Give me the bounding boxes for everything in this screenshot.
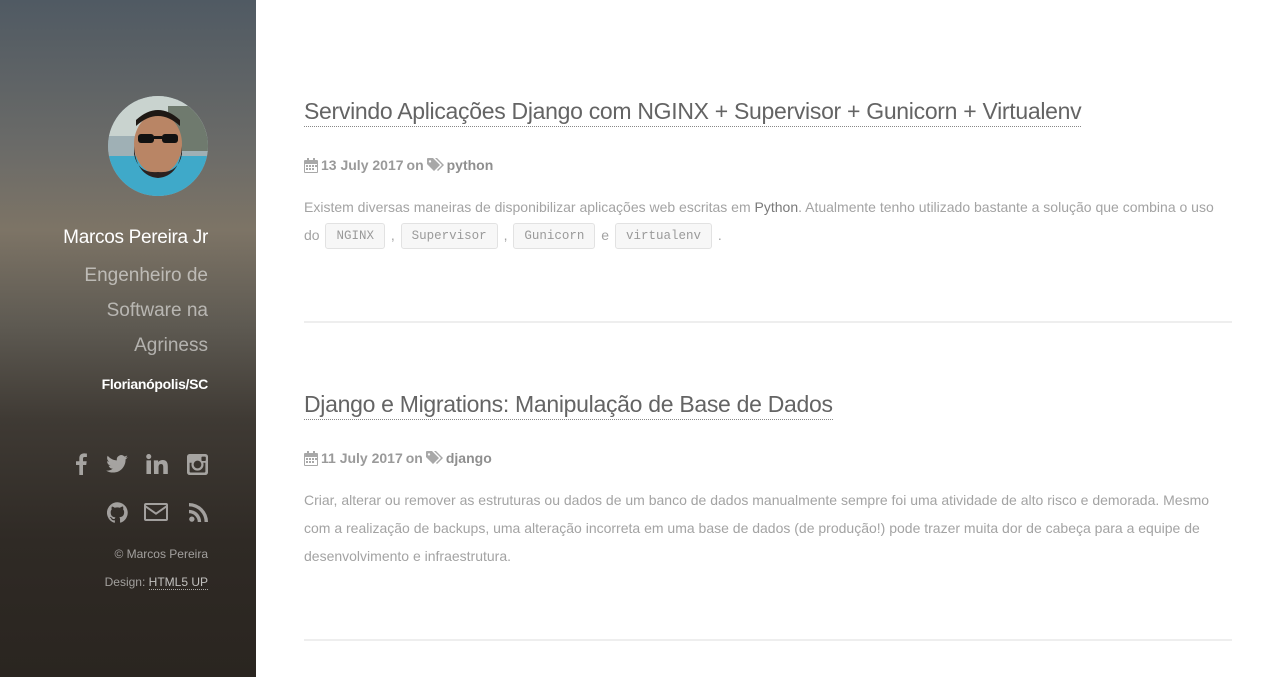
design-link[interactable]: HTML5 UP xyxy=(148,575,208,590)
tags-icon xyxy=(425,451,443,464)
post-item: Servindo Aplicações Django com NGINX + S… xyxy=(304,98,1232,250)
separator: , xyxy=(390,227,395,243)
post-item: Django e Migrations: Manipulação de Base… xyxy=(304,391,1232,570)
linkedin-icon[interactable] xyxy=(128,451,168,477)
design-credit: Design: HTML5 UP xyxy=(104,575,208,590)
avatar-photo xyxy=(108,96,208,196)
post-excerpt-text: Existem diversas maneiras de disponibili… xyxy=(304,199,751,215)
author-location: Florianópolis/SC xyxy=(101,376,209,392)
post-title-link[interactable]: Servindo Aplicações Django com NGINX + S… xyxy=(304,98,1082,127)
separator: . xyxy=(717,227,722,243)
author-role: Engenheiro de Software na Agriness xyxy=(84,265,208,356)
code-virtualenv: virtualenv xyxy=(614,223,712,250)
python-keyword: Python xyxy=(754,199,799,215)
post-tag-link[interactable]: django xyxy=(446,450,492,466)
code-nginx: NGINX xyxy=(325,223,385,250)
post-excerpt: Existem diversas maneiras de disponibili… xyxy=(304,193,1232,250)
post-date: 13 July 2017 xyxy=(321,157,404,173)
post-excerpt: Criar, alterar ou remover as estruturas … xyxy=(304,492,1210,564)
calendar-icon xyxy=(304,450,318,466)
social-links-row-1 xyxy=(48,451,208,477)
avatar[interactable] xyxy=(108,96,208,196)
code-gunicorn: Gunicorn xyxy=(513,223,596,250)
post-meta: 11 July 2017 on django xyxy=(304,450,1232,466)
email-icon[interactable] xyxy=(128,499,168,525)
separator: e xyxy=(601,227,610,243)
code-supervisor: Supervisor xyxy=(400,223,498,250)
post-title-link[interactable]: Django e Migrations: Manipulação de Base… xyxy=(304,391,833,420)
copyright: © Marcos Pereira xyxy=(114,547,208,561)
github-icon[interactable] xyxy=(88,499,128,525)
facebook-icon[interactable] xyxy=(48,451,88,477)
author-name: Marcos Pereira Jr xyxy=(63,227,208,248)
sidebar: Marcos Pereira Jr Engenheiro de Software… xyxy=(0,0,256,677)
separator: , xyxy=(503,227,508,243)
rss-icon[interactable] xyxy=(168,499,208,525)
social-links-row-2 xyxy=(48,499,208,525)
post-meta: 13 July 2017 on python xyxy=(304,157,1232,173)
design-label: Design: xyxy=(104,575,146,589)
post-date: 11 July 2017 xyxy=(321,450,403,466)
tags-icon xyxy=(426,158,444,171)
instagram-icon[interactable] xyxy=(168,451,208,477)
post-divider xyxy=(304,321,1232,323)
post-meta-on: on xyxy=(405,450,423,466)
post-divider xyxy=(304,639,1232,641)
post-tag-link[interactable]: python xyxy=(447,157,494,173)
post-meta-on: on xyxy=(406,157,424,173)
calendar-icon xyxy=(304,157,318,173)
twitter-icon[interactable] xyxy=(88,451,128,477)
